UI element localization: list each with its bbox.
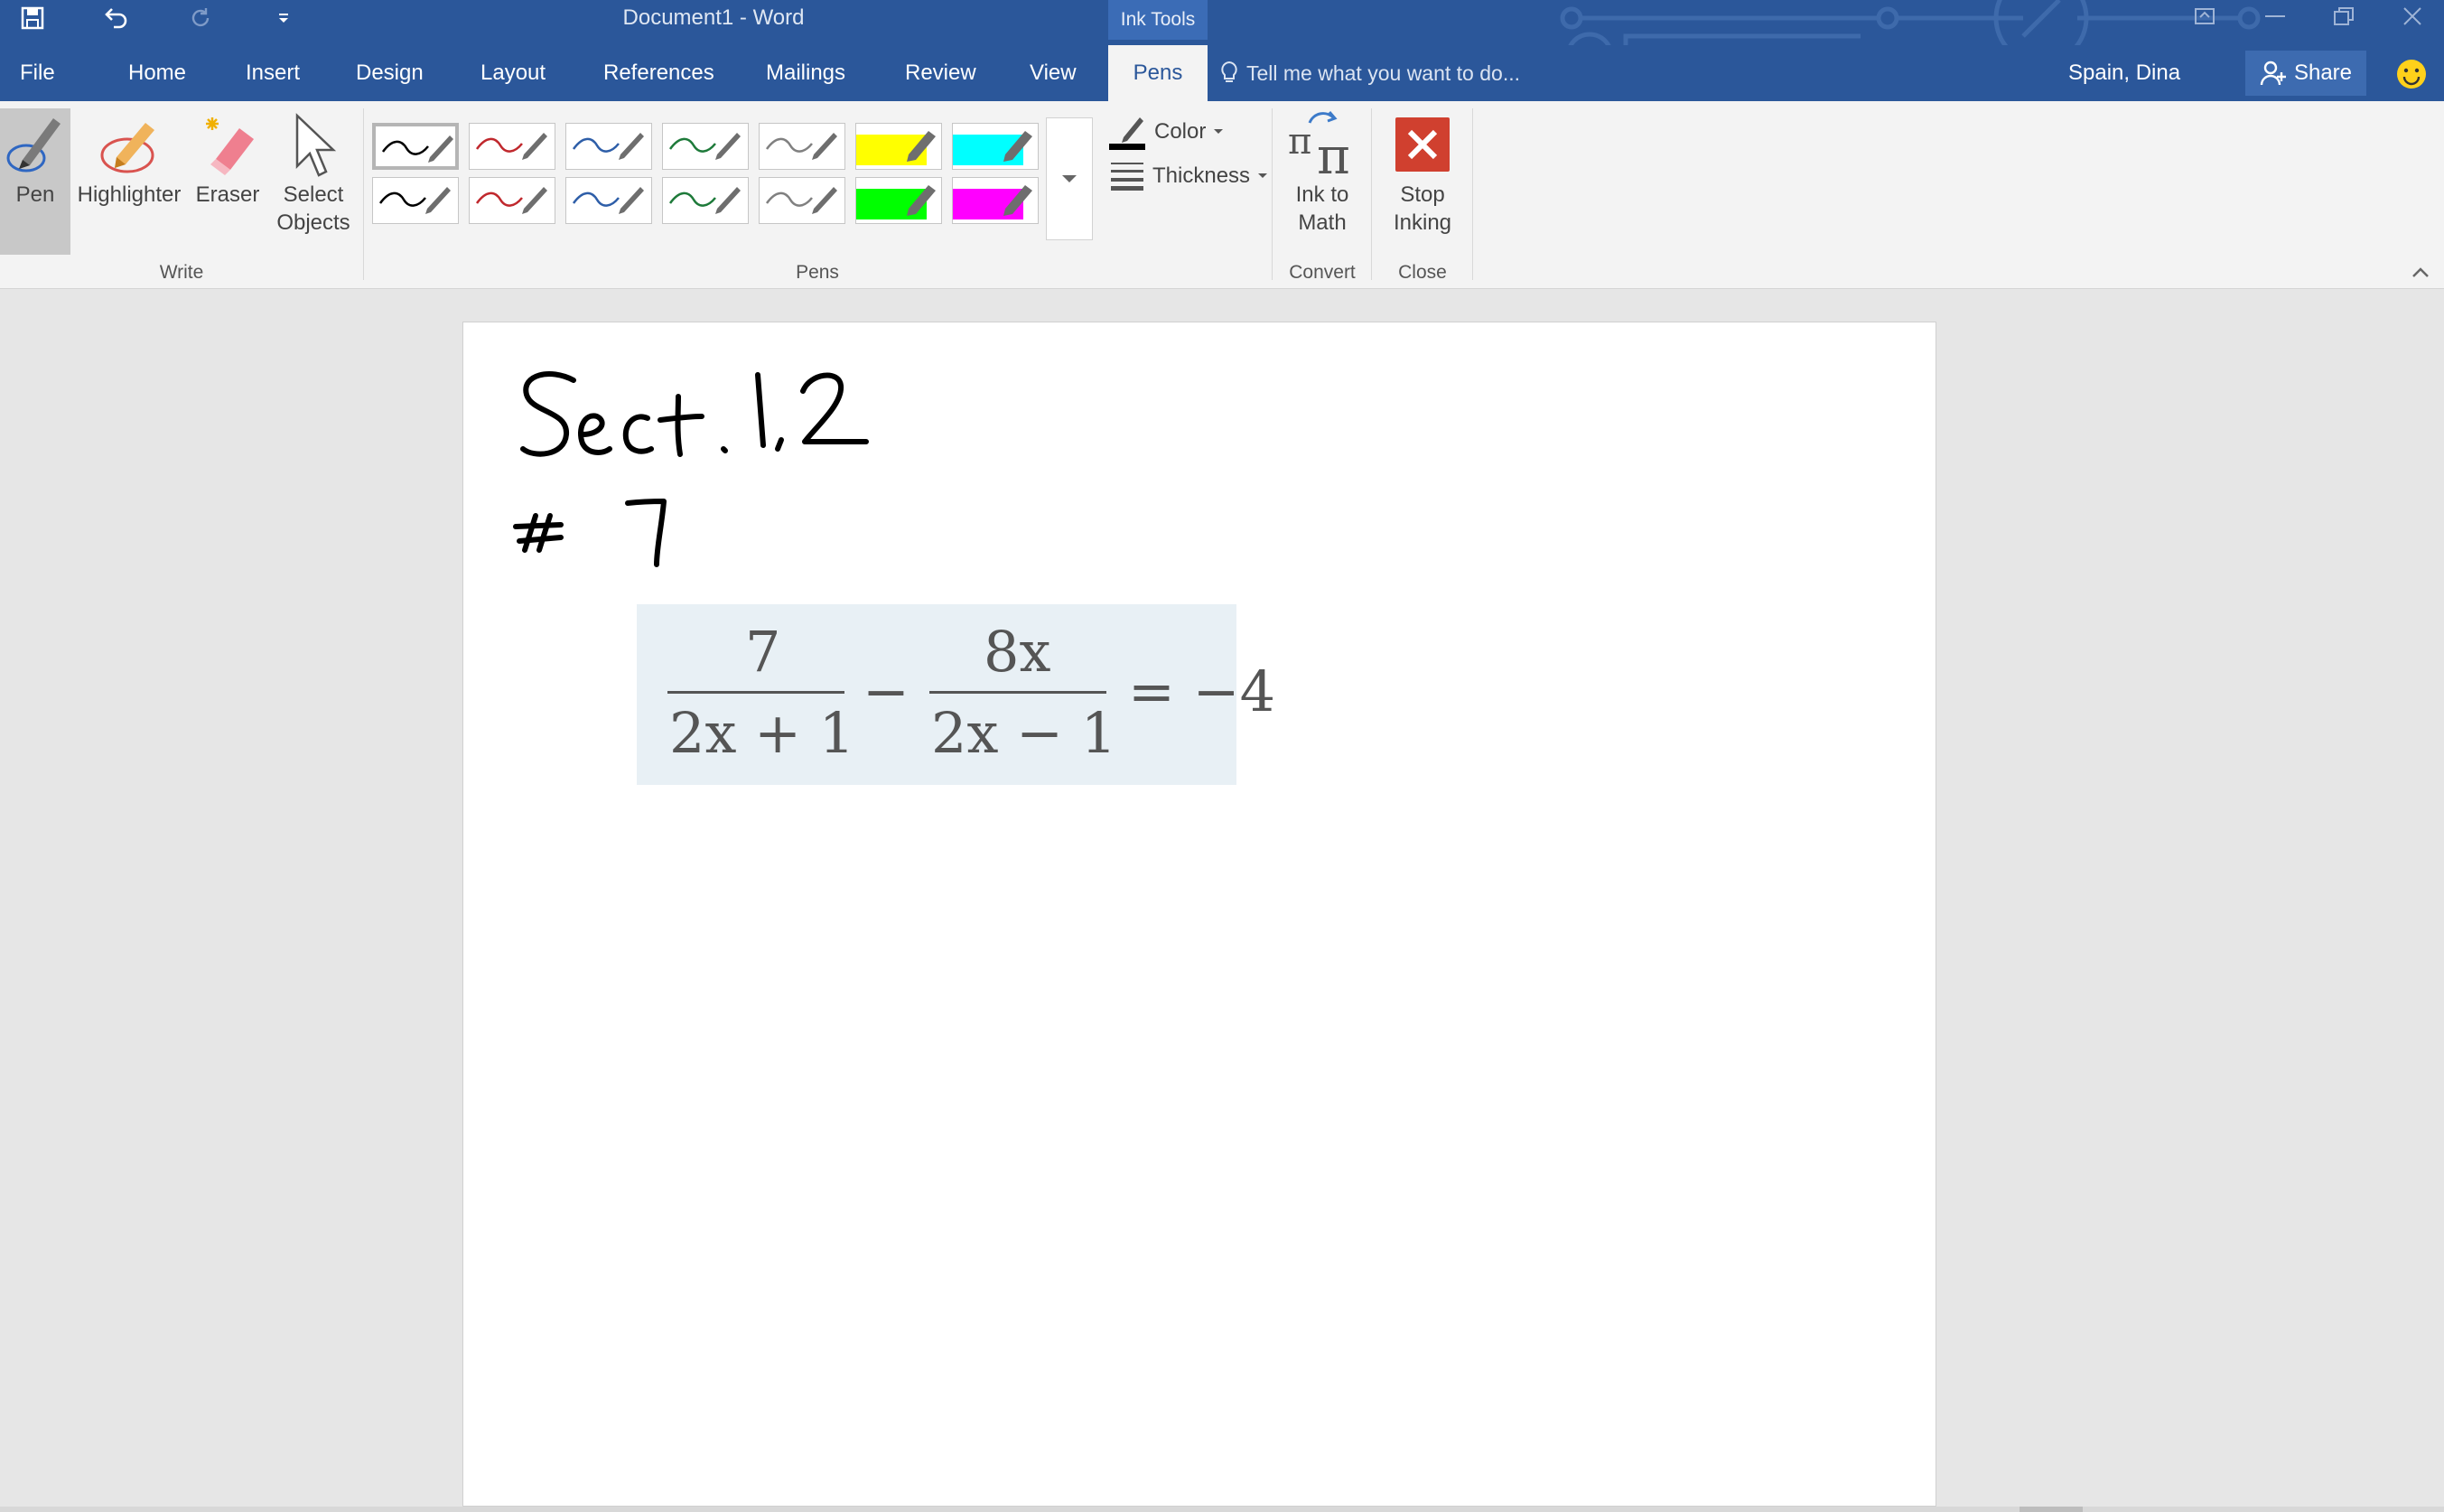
minus-operator: −	[863, 658, 910, 724]
pen-icon	[6, 118, 61, 173]
chevron-down-icon	[1062, 175, 1077, 182]
math-equation[interactable]: 7 2x + 1 − 8x 2x − 1 = −4	[637, 604, 1275, 785]
dropdown-arrow-icon	[1214, 129, 1224, 134]
redo-icon[interactable]	[177, 0, 224, 36]
select-label-line2: Objects	[276, 210, 350, 235]
thickness-label: Thickness	[1152, 163, 1251, 188]
pen-label: Pen	[15, 182, 55, 207]
stop-inking-icon	[1395, 117, 1450, 172]
pens-group-label: Pens	[796, 262, 839, 283]
dropdown-arrow-icon	[1258, 173, 1268, 178]
pen-color-icon	[1109, 117, 1145, 150]
write-group-label: Write	[159, 262, 204, 283]
fraction1-numerator: 7	[745, 619, 781, 685]
convert-group-label: Convert	[1289, 262, 1356, 283]
ribbon-display-options-icon[interactable]	[2173, 0, 2236, 33]
highlighter-swatch[interactable]	[855, 123, 942, 170]
equation-rhs: = −4	[1128, 658, 1276, 724]
group-separator	[1272, 108, 1273, 280]
color-button[interactable]: Color	[1109, 114, 1224, 150]
collapse-ribbon-icon[interactable]	[2410, 262, 2431, 284]
gallery-more-button[interactable]	[1046, 117, 1093, 240]
share-button[interactable]: Share	[2245, 51, 2366, 96]
pen-swatch[interactable]	[469, 177, 555, 224]
ribbon-tabs: File Home Insert Design Layout Reference…	[0, 45, 2444, 101]
user-name[interactable]: Spain, Dina	[2068, 45, 2180, 101]
thickness-icon	[1111, 163, 1143, 191]
stop-inking-button[interactable]: Stop Inking	[1375, 108, 1470, 237]
eraser-icon	[206, 117, 254, 175]
horizontal-scrollbar-thumb[interactable]	[2020, 1507, 2083, 1512]
undo-icon[interactable]	[92, 0, 139, 36]
tab-design[interactable]: Design	[338, 45, 442, 101]
pen-swatch[interactable]	[469, 123, 555, 170]
color-label: Color	[1154, 119, 1207, 144]
ink-to-math-label-line1: Ink to	[1295, 182, 1349, 207]
pen-swatch[interactable]	[662, 177, 749, 224]
pen-swatch[interactable]	[662, 123, 749, 170]
tab-home[interactable]: Home	[110, 45, 204, 101]
tab-pens[interactable]: Pens	[1108, 45, 1208, 101]
pen-button[interactable]: Pen	[0, 108, 70, 255]
tab-mailings[interactable]: Mailings	[748, 45, 863, 101]
tell-me-placeholder: Tell me what you want to do...	[1246, 61, 1520, 85]
tab-references[interactable]: References	[585, 45, 732, 101]
highlighter-button[interactable]: Highlighter	[72, 108, 186, 209]
select-objects-button[interactable]: Select Objects	[269, 108, 358, 237]
save-icon[interactable]	[9, 0, 56, 36]
pen-swatch[interactable]	[759, 123, 845, 170]
svg-text:π: π	[1317, 127, 1350, 181]
pen-swatch[interactable]	[372, 177, 459, 224]
tab-review[interactable]: Review	[887, 45, 994, 101]
highlighter-swatch[interactable]	[952, 123, 1039, 170]
svg-text:π: π	[1288, 121, 1311, 163]
stop-inking-label-line1: Stop	[1400, 182, 1445, 207]
ink-strokes	[513, 371, 869, 567]
pen-swatch[interactable]	[565, 123, 652, 170]
pen-swatch[interactable]	[372, 123, 459, 170]
stop-inking-label-line2: Inking	[1393, 210, 1452, 235]
customize-qat-icon[interactable]	[260, 0, 307, 36]
close-icon[interactable]	[2381, 0, 2444, 33]
title-bar: Document1 - Word Ink Tools	[0, 0, 2444, 45]
close-group-label: Close	[1398, 262, 1447, 283]
pen-swatch[interactable]	[759, 177, 845, 224]
fraction2-bar	[929, 691, 1106, 694]
group-separator	[363, 108, 364, 280]
ribbon: Pen Highlighter Eraser Select Objects Wr…	[0, 101, 2444, 289]
group-separator	[1371, 108, 1372, 280]
ink-to-math-button[interactable]: π π Ink to Math	[1275, 108, 1369, 237]
tell-me-box[interactable]: Tell me what you want to do...	[1219, 45, 1520, 101]
highlighter-swatch[interactable]	[855, 177, 942, 224]
fraction1-bar	[667, 691, 844, 694]
eraser-label: Eraser	[195, 182, 260, 207]
highlighter-label: Highlighter	[77, 182, 182, 207]
select-label-line1: Select	[283, 182, 344, 207]
tab-layout[interactable]: Layout	[462, 45, 564, 101]
document-page[interactable]: 7 2x + 1 − 8x 2x − 1 = −4	[462, 322, 1936, 1507]
eraser-button[interactable]: Eraser	[186, 108, 269, 209]
context-tab-group-label: Ink Tools	[1108, 0, 1208, 40]
restore-icon[interactable]	[2312, 0, 2375, 33]
ink-to-math-icon: π π	[1288, 111, 1350, 181]
fraction2-denominator: 2x − 1	[931, 700, 1117, 766]
fraction1-denominator: 2x + 1	[669, 700, 855, 766]
highlighter-swatch[interactable]	[952, 177, 1039, 224]
tab-file[interactable]: File	[2, 45, 73, 101]
tab-insert[interactable]: Insert	[228, 45, 318, 101]
window-title: Document1 - Word	[622, 5, 805, 30]
pen-swatch[interactable]	[565, 177, 652, 224]
share-label: Share	[2293, 61, 2353, 85]
minimize-icon[interactable]	[2243, 0, 2307, 33]
tab-view[interactable]: View	[1012, 45, 1095, 101]
thickness-button[interactable]: Thickness	[1109, 161, 1268, 191]
lightbulb-icon	[1221, 61, 1237, 82]
select-arrow-icon	[295, 113, 337, 177]
group-separator	[1472, 108, 1473, 280]
add-person-icon	[2260, 61, 2286, 86]
fraction2-numerator: 8x	[984, 619, 1051, 685]
feedback-smiley-icon[interactable]	[2395, 58, 2428, 90]
ink-to-math-label-line2: Math	[1298, 210, 1347, 235]
highlighter-icon	[100, 123, 154, 173]
